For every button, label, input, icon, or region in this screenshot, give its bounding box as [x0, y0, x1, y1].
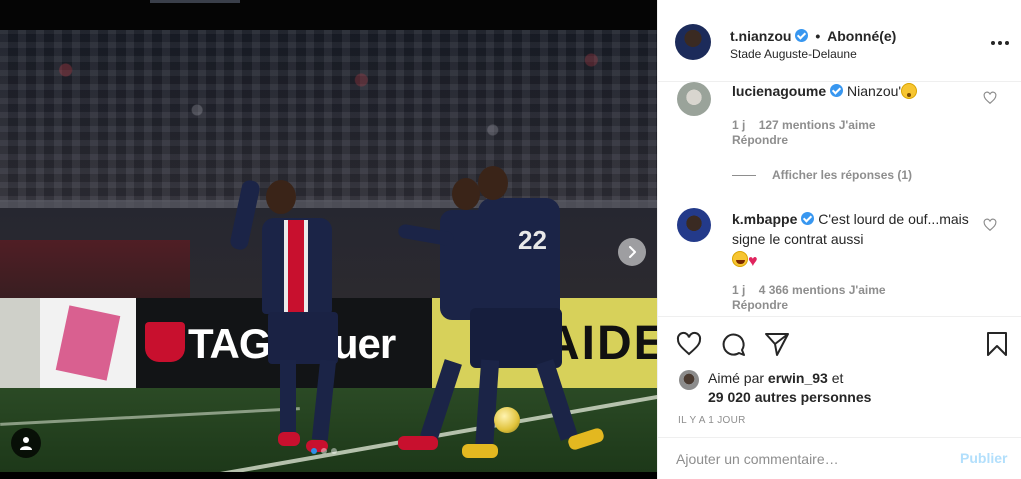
- header-separator: •: [815, 28, 821, 44]
- comment-likes[interactable]: 127 mentions J'aime: [759, 118, 876, 132]
- like-comment-heart-icon[interactable]: [983, 218, 997, 232]
- like-comment-heart-icon[interactable]: [983, 91, 997, 105]
- instagram-post: TAG Heuer AIDE 22 t.nianzou • Abonné(e) …: [0, 0, 1021, 479]
- player-head: [266, 180, 296, 214]
- owner-avatar[interactable]: [675, 24, 711, 60]
- verified-badge-icon: [830, 84, 844, 97]
- verified-badge-icon: [801, 212, 815, 225]
- publish-button[interactable]: Publier: [960, 450, 1007, 466]
- carousel-next-button[interactable]: [618, 238, 646, 266]
- replies-rule: [732, 174, 756, 176]
- liked-by-others[interactable]: 29 020 autres personnes: [708, 389, 871, 405]
- comment-likes[interactable]: 4 366 mentions J'aime: [759, 283, 886, 297]
- post-photo[interactable]: TAG Heuer AIDE 22: [0, 0, 657, 479]
- tagheuer-shield: [145, 322, 185, 362]
- liked-by-user[interactable]: erwin_93: [768, 370, 828, 386]
- bookmark-icon[interactable]: [984, 331, 1010, 357]
- reply-button[interactable]: Répondre: [732, 298, 788, 312]
- comment-meta: 1 j 4 366 mentions J'aime: [732, 283, 886, 297]
- heart-icon[interactable]: [676, 331, 702, 357]
- more-dot: [998, 41, 1002, 45]
- comment-username[interactable]: k.mbappe: [732, 211, 797, 227]
- post-header: t.nianzou • Abonné(e) Stade Auguste-Dela…: [658, 0, 1021, 82]
- verified-badge-icon: [795, 29, 809, 42]
- player-shorts: [268, 312, 338, 364]
- carousel-dot: [331, 448, 337, 454]
- comment-input[interactable]: [676, 448, 936, 470]
- comment-body: lucienagoume Nianzou': [732, 81, 982, 101]
- commenter-avatar[interactable]: [677, 82, 711, 116]
- flushed-face-emoji-icon: [901, 83, 918, 99]
- laughing-face-emoji-icon: [732, 251, 748, 267]
- photo-scene: TAG Heuer AIDE 22: [0, 30, 657, 472]
- liker-avatar[interactable]: [679, 370, 699, 390]
- follow-status-button[interactable]: Abonné(e): [827, 28, 896, 44]
- comment-time[interactable]: 1 j: [732, 118, 745, 132]
- comment-time[interactable]: 1 j: [732, 283, 745, 297]
- player-head: [452, 178, 480, 210]
- user-tag-icon: [20, 437, 32, 450]
- show-replies-button[interactable]: Afficher les réponses (1): [732, 168, 912, 182]
- red-heart-emoji-icon: ♥: [748, 253, 758, 270]
- player-leg: [280, 360, 296, 438]
- ad-board-logo: [40, 298, 136, 388]
- player-shirt: [478, 198, 560, 318]
- post-location[interactable]: Stade Auguste-Delaune: [730, 47, 857, 61]
- more-options-icon[interactable]: [991, 41, 1009, 47]
- liked-by-conjunction: et: [831, 370, 844, 386]
- player-boot: [462, 444, 498, 458]
- comment-username[interactable]: lucienagoume: [732, 83, 826, 99]
- commenter-avatar[interactable]: [677, 208, 711, 242]
- show-replies-label: Afficher les réponses (1): [772, 168, 913, 182]
- liked-by-prefix: Aimé par: [708, 370, 765, 386]
- chevron-right-icon: [629, 246, 636, 258]
- football: [494, 407, 520, 433]
- post-actions: Aimé par erwin_93 et 29 020 autres perso…: [658, 316, 1021, 436]
- player-boot: [278, 432, 300, 446]
- add-comment-bar: Publier: [658, 437, 1021, 479]
- comment-icon[interactable]: [720, 331, 746, 357]
- more-dot: [1005, 41, 1009, 45]
- liked-by-text: Aimé par erwin_93 et 29 020 autres perso…: [708, 369, 958, 407]
- more-dot: [991, 41, 995, 45]
- comment-body: k.mbappe C'est lourd de ouf...mais signe…: [732, 209, 982, 272]
- comment-text: Nianzou': [847, 83, 902, 99]
- comment-meta: 1 j 127 mentions J'aime: [732, 118, 876, 132]
- header-line: t.nianzou • Abonné(e): [730, 28, 896, 44]
- photo-top-band: [0, 0, 657, 30]
- ad-board-left: [0, 298, 40, 388]
- owner-username[interactable]: t.nianzou: [730, 28, 791, 44]
- player-head: [478, 166, 508, 200]
- carousel-dot: [321, 448, 327, 454]
- carousel-indicator: [311, 448, 337, 454]
- jersey-number: 22: [518, 225, 547, 255]
- shirt-stripe: [288, 220, 304, 312]
- player-boot: [398, 436, 438, 450]
- tagged-users-button[interactable]: [11, 428, 41, 458]
- red-stand: [0, 240, 190, 300]
- post-timestamp[interactable]: IL Y A 1 JOUR: [678, 415, 746, 426]
- reply-button[interactable]: Répondre: [732, 133, 788, 147]
- carousel-dot: [311, 448, 317, 454]
- shirt-stripe: [304, 220, 308, 312]
- share-icon[interactable]: [764, 331, 790, 357]
- post-sidebar: t.nianzou • Abonné(e) Stade Auguste-Dela…: [657, 0, 1021, 479]
